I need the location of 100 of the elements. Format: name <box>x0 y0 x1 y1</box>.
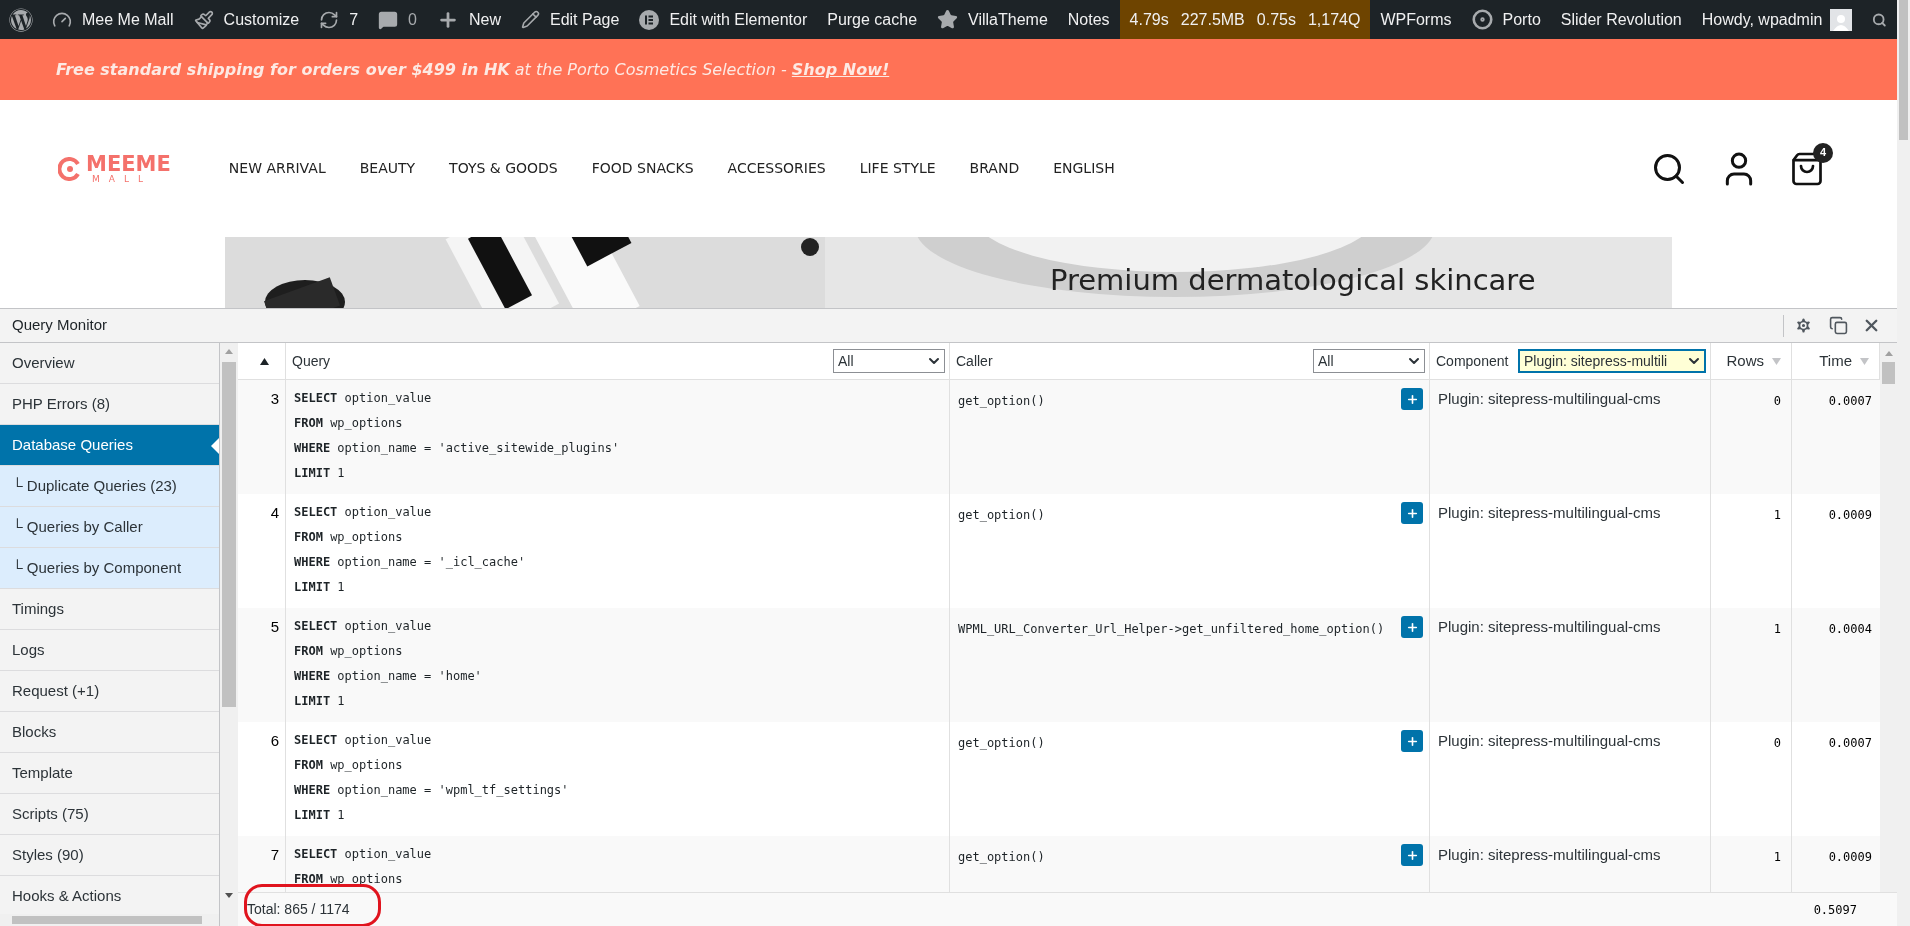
component-name: Plugin: sitepress-multilingual-cms <box>1438 732 1661 749</box>
query-time: 0.0009 <box>1828 850 1872 864</box>
toolbar-link[interactable]: Porto <box>1461 0 1551 39</box>
column-header: Caller <box>956 351 993 371</box>
toolbar-label: Purge cache <box>827 9 918 30</box>
panel-nav-item[interactable]: Template <box>0 753 219 794</box>
toolbar-link[interactable]: 7 <box>309 0 369 39</box>
nav-link[interactable]: FOOD SNACKS <box>591 158 694 179</box>
expand-button[interactable] <box>1401 616 1423 638</box>
plus-icon <box>1405 848 1419 862</box>
panel-nav-item[interactable]: └ Queries by Component <box>0 548 219 589</box>
cart-icon[interactable] <box>1789 150 1825 187</box>
sql-line: LIMIT 1 <box>294 693 345 710</box>
toolbar-link[interactable]: WPForms <box>1370 0 1462 39</box>
panel-nav-item[interactable]: Blocks <box>0 712 219 753</box>
toolbar-link[interactable]: Slider Revolution <box>1550 0 1692 39</box>
panel-nav-item[interactable]: PHP Errors (8) <box>0 384 219 425</box>
total-count: Total: 865 / 1174 <box>247 900 350 919</box>
panel-nav-item[interactable]: Styles (90) <box>0 835 219 876</box>
pencil-icon <box>521 10 540 29</box>
scrollbar-thumb[interactable] <box>1899 0 1908 140</box>
banner-heading: Premium dermatological skincare <box>1050 262 1536 299</box>
query-time: 0.0007 <box>1828 736 1872 750</box>
promo-text: Free standard shipping for orders over $499 in HK at the Porto Cosmetics Selection - Shop Now! <box>56 58 890 81</box>
panel-nav-item[interactable]: Timings <box>0 589 219 630</box>
scrollbar-thumb[interactable] <box>12 916 202 924</box>
toolbar-link[interactable]: VillaTheme <box>927 0 1058 39</box>
sql-line: WHERE option_name = 'wpml_tf_settings' <box>294 782 569 799</box>
panel-nav-item[interactable]: Logs <box>0 630 219 671</box>
toolbar-link[interactable]: New <box>426 0 511 39</box>
stat-value: 1,174Q <box>1307 9 1361 30</box>
nav-link[interactable]: ENGLISH <box>1053 158 1115 179</box>
panel-nav-item[interactable]: └ Queries by Caller <box>0 507 219 548</box>
expand-button[interactable] <box>1401 844 1423 866</box>
stat-value: 0.75s <box>1256 9 1296 30</box>
column-header: Component <box>1436 351 1509 371</box>
target-icon <box>1471 9 1493 30</box>
toolbar-label: Slider Revolution <box>1560 9 1682 30</box>
popout-icon[interactable] <box>1829 316 1848 335</box>
toolbar-label: Mee Me Mall <box>82 9 174 30</box>
toolbar-label: New <box>468 9 501 30</box>
account-link[interactable]: Howdy, wpadmin <box>1691 0 1863 39</box>
sql-line: SELECT option_value <box>294 504 432 521</box>
scrollbar-thumb[interactable] <box>1882 362 1895 384</box>
panel-nav-item[interactable]: Database Queries <box>0 425 219 466</box>
column-header[interactable]: Rows <box>1726 349 1764 373</box>
toolbar-label: Porto <box>1502 9 1541 30</box>
toolbar-link[interactable]: 0 <box>368 0 427 39</box>
stat-value: 4.79s <box>1129 9 1169 30</box>
logo-mark-icon <box>58 156 82 181</box>
sql-line: FROM wp_options <box>294 643 403 660</box>
toolbar-label: Edit Page <box>550 9 620 30</box>
scroll-down-icon[interactable] <box>225 893 233 898</box>
nav-link[interactable]: TOYS & GOODS <box>449 158 558 179</box>
panel-nav-item[interactable]: Scripts (75) <box>0 794 219 835</box>
panel-nav-item[interactable]: Hooks & Actions <box>0 876 219 914</box>
page-scrollbar[interactable] <box>1897 0 1910 926</box>
filter-select[interactable]: All <box>1313 349 1425 373</box>
table-scrollbar[interactable] <box>1880 343 1897 892</box>
nav-link[interactable]: BEAUTY <box>359 158 416 179</box>
toolbar-link[interactable]: Notes <box>1057 0 1120 39</box>
toolbar-link[interactable]: Edit Page <box>511 0 630 39</box>
nav-link[interactable]: ACCESSORIES <box>727 158 826 179</box>
panel-nav-item[interactable]: Request (+1) <box>0 671 219 712</box>
plus-icon <box>1405 734 1419 748</box>
panel-nav-item[interactable]: Overview <box>0 343 219 384</box>
query-time: 0.0004 <box>1828 622 1872 636</box>
horizontal-scrollbar[interactable] <box>0 914 219 926</box>
toolbar-link[interactable]: Purge cache <box>817 0 928 39</box>
refresh-icon <box>319 9 340 30</box>
nav-link[interactable]: NEW ARRIVAL <box>228 158 326 179</box>
toolbar-link[interactable]: Edit with Elementor <box>629 0 818 39</box>
filter-value: All <box>838 351 854 371</box>
toolbar-label: Edit with Elementor <box>669 9 808 30</box>
expand-button[interactable] <box>1401 388 1423 410</box>
settings-icon[interactable] <box>1794 316 1813 335</box>
plus-icon <box>1405 392 1419 406</box>
stat-value: 227.5MB <box>1180 9 1245 30</box>
toolbar-link[interactable]: Customize <box>183 0 310 39</box>
avatar-icon <box>1830 8 1853 31</box>
expand-button[interactable] <box>1401 730 1423 752</box>
expand-button[interactable] <box>1401 502 1423 524</box>
caller-function: get_option() <box>958 393 1045 410</box>
brush-icon <box>193 9 214 30</box>
cart-count-badge: 4 <box>1813 142 1833 163</box>
performance-stats[interactable]: 4.79s 227.5MB 0.75s 1,174Q <box>1119 0 1371 39</box>
vertical-scrollbar[interactable] <box>220 343 238 926</box>
toolbar-link[interactable]: Mee Me Mall <box>42 0 184 39</box>
filter-select[interactable]: All <box>833 349 945 373</box>
scrollbar-thumb[interactable] <box>222 362 236 707</box>
nav-link[interactable]: LIFE STYLE <box>859 158 936 179</box>
sql-line: LIMIT 1 <box>294 465 345 482</box>
row-number: 7 <box>270 846 279 863</box>
column-header[interactable]: Time <box>1819 349 1852 373</box>
panel-nav-item[interactable]: └ Duplicate Queries (23) <box>0 466 219 507</box>
sort-ascending-icon[interactable] <box>260 357 269 365</box>
nav-link[interactable]: BRAND <box>969 158 1020 179</box>
filter-select[interactable]: Plugin: sitepress-multili <box>1518 349 1706 373</box>
wordpress-icon <box>9 7 33 32</box>
row-count: 1 <box>1773 622 1781 636</box>
